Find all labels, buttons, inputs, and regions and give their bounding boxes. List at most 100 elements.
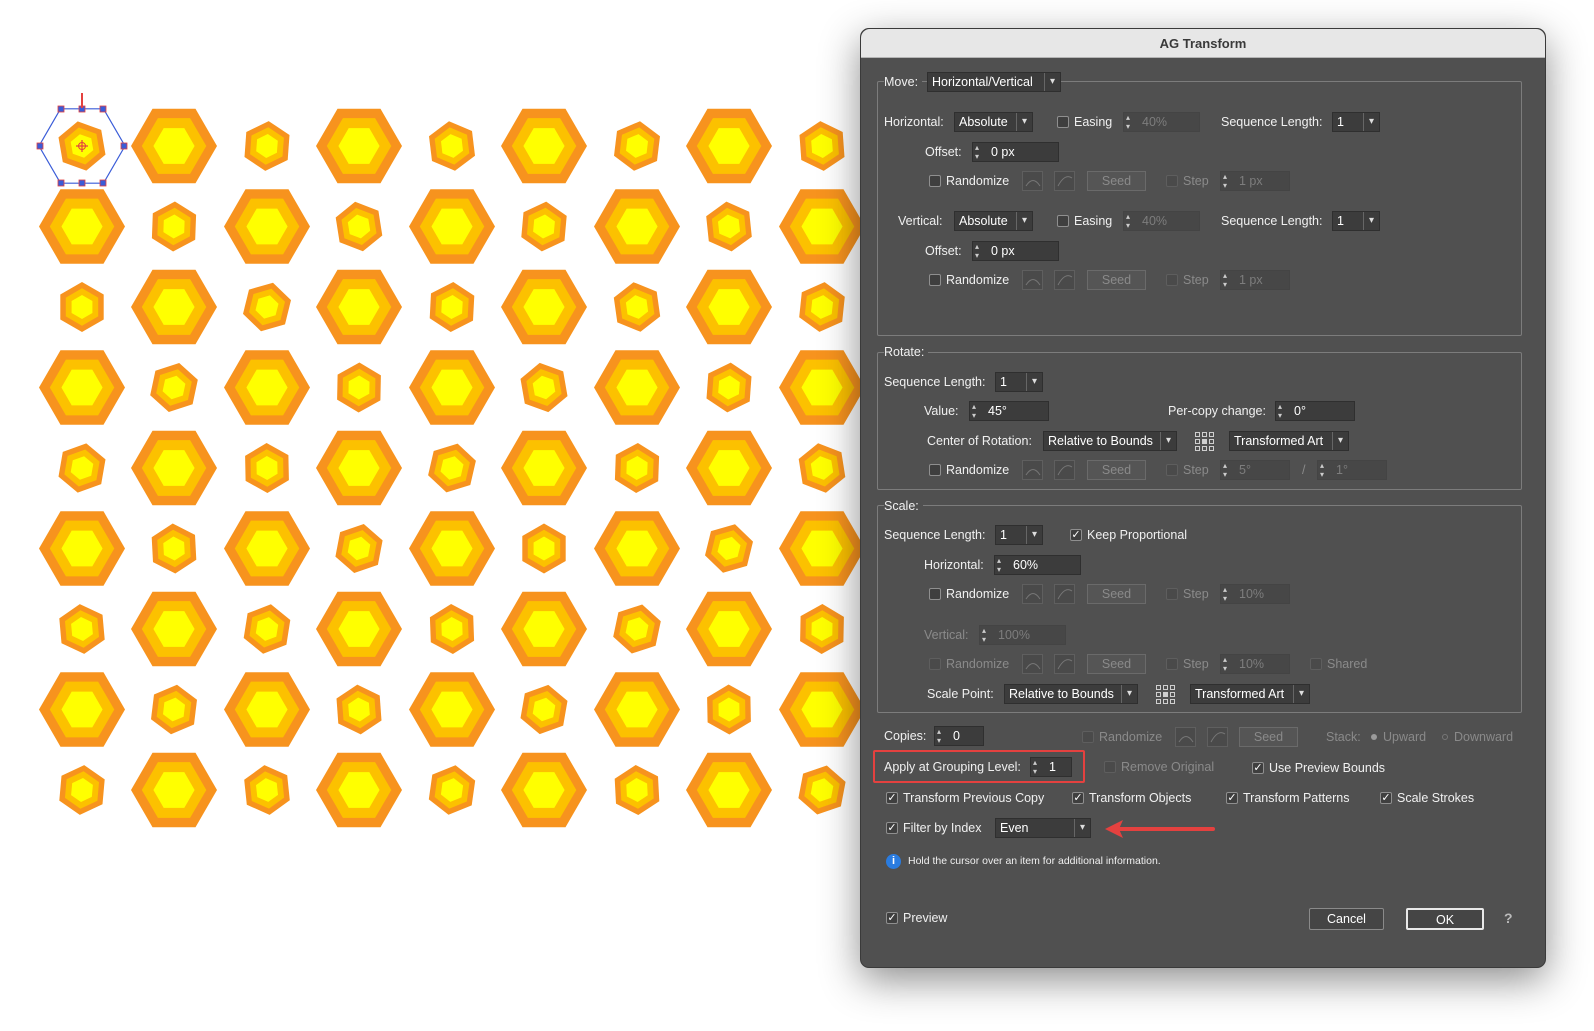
move-horizontal-step-stepper[interactable]: 1 px: [1220, 171, 1290, 191]
hexagon-small[interactable]: [335, 524, 383, 573]
move-vertical-easing-stepper[interactable]: 40%: [1123, 211, 1200, 231]
scale-art-dropdown[interactable]: Transformed Art: [1190, 684, 1310, 704]
scale-shared-checkbox[interactable]: Shared: [1310, 655, 1367, 673]
hexagon-large[interactable]: [39, 672, 125, 747]
ok-button[interactable]: OK: [1406, 908, 1484, 930]
hexagon-large[interactable]: [224, 350, 310, 425]
hexagon-small[interactable]: [613, 604, 661, 654]
hexagon-small[interactable]: [429, 121, 475, 171]
copies-stepper[interactable]: 0: [934, 726, 984, 746]
move-vertical-step-stepper[interactable]: 1 px: [1220, 270, 1290, 290]
hexagon-large[interactable]: [501, 752, 587, 828]
stack-downward-radio[interactable]: Downward: [1442, 728, 1513, 746]
move-horizontal-seed-button[interactable]: Seed: [1087, 171, 1146, 191]
hexagon-small[interactable]: [60, 282, 104, 332]
rotate-step-checkbox[interactable]: Step: [1166, 461, 1209, 479]
move-horizontal-step-checkbox[interactable]: Step: [1166, 172, 1209, 190]
move-vertical-easing-checkbox[interactable]: Easing: [1057, 212, 1112, 230]
reference-point-grid-icon[interactable]: [1156, 685, 1175, 704]
hexagon-small[interactable]: [614, 121, 660, 171]
hexagon-small[interactable]: [244, 121, 290, 171]
hexagon-small[interactable]: [245, 443, 289, 493]
hexagon-small[interactable]: [800, 604, 844, 654]
hexagon-large[interactable]: [686, 269, 772, 345]
hexagon-small[interactable]: [705, 524, 753, 573]
ease-out-curve-icon[interactable]: [1207, 727, 1228, 747]
hexagon-large[interactable]: [224, 672, 310, 747]
hexagon-large[interactable]: [131, 591, 217, 667]
move-vertical-seq-dropdown[interactable]: 1: [1332, 211, 1380, 231]
move-vertical-offset-stepper[interactable]: 0 px: [972, 241, 1059, 261]
hexagon-small[interactable]: [244, 765, 290, 815]
scale-step-checkbox[interactable]: Step: [1166, 585, 1209, 603]
hexagon-large[interactable]: [316, 430, 402, 506]
ease-in-curve-icon[interactable]: [1022, 460, 1043, 480]
hexagon-large[interactable]: [779, 189, 862, 264]
hexagon-large[interactable]: [131, 430, 217, 506]
hexagon-large[interactable]: [131, 269, 217, 345]
ease-in-curve-icon[interactable]: [1022, 654, 1043, 674]
hexagon-small[interactable]: [429, 282, 475, 332]
hexagon-small[interactable]: [614, 765, 660, 815]
hexagon-large[interactable]: [224, 511, 310, 586]
ease-out-curve-icon[interactable]: [1054, 171, 1075, 191]
scale-vertical-step-checkbox[interactable]: Step: [1166, 655, 1209, 673]
ease-out-curve-icon[interactable]: [1054, 654, 1075, 674]
hexagon-small[interactable]: [706, 362, 752, 413]
scale-vertical-step-stepper[interactable]: 10%: [1220, 654, 1290, 674]
hexagon-large[interactable]: [594, 189, 680, 264]
hexagon-large[interactable]: [409, 189, 495, 264]
hexagon-small[interactable]: [798, 443, 846, 493]
hexagon-large[interactable]: [594, 511, 680, 586]
hexagon-large[interactable]: [501, 430, 587, 506]
hexagon-large[interactable]: [594, 350, 680, 425]
hexagon-small[interactable]: [428, 765, 476, 815]
artboard-canvas[interactable]: [0, 0, 862, 1031]
ease-in-curve-icon[interactable]: [1022, 171, 1043, 191]
rotate-step-stepper[interactable]: 5°: [1220, 460, 1290, 480]
hexagon-large[interactable]: [316, 752, 402, 828]
stack-upward-radio[interactable]: Upward: [1371, 728, 1426, 746]
move-vertical-randomize-checkbox[interactable]: Randomize: [929, 271, 1009, 289]
hexagon-small[interactable]: [428, 443, 476, 493]
preview-checkbox[interactable]: ✓ Preview: [886, 909, 947, 927]
move-horizontal-type-dropdown[interactable]: Absolute: [954, 112, 1033, 132]
hexagon-small[interactable]: [58, 443, 106, 493]
hexagon-small[interactable]: [335, 201, 383, 252]
reference-point-grid-icon[interactable]: [1195, 432, 1214, 451]
hexagon-small[interactable]: [337, 362, 381, 413]
hexagon-small[interactable]: [521, 201, 567, 252]
rotate-per-copy-stepper[interactable]: 0°: [1275, 401, 1355, 421]
move-vertical-seed-button[interactable]: Seed: [1087, 270, 1146, 290]
scale-point-dropdown[interactable]: Relative to Bounds: [1004, 684, 1138, 704]
hexagon-large[interactable]: [779, 511, 862, 586]
rotate-seq-dropdown[interactable]: 1: [995, 372, 1043, 392]
hexagon-small[interactable]: [150, 363, 198, 412]
move-horizontal-randomize-checkbox[interactable]: Randomize: [929, 172, 1009, 190]
move-horizontal-seq-dropdown[interactable]: 1: [1332, 112, 1380, 132]
hexagon-small[interactable]: [520, 684, 568, 735]
move-vertical-step-checkbox[interactable]: Step: [1166, 271, 1209, 289]
transform-previous-copy-checkbox[interactable]: ✓ Transform Previous Copy: [886, 789, 1044, 807]
move-horizontal-easing-checkbox[interactable]: Easing: [1057, 113, 1112, 131]
hexagon-large[interactable]: [316, 591, 402, 667]
hexagon-large[interactable]: [501, 269, 587, 345]
scale-vertical-seed-button[interactable]: Seed: [1087, 654, 1146, 674]
hexagon-small[interactable]: [614, 443, 660, 493]
move-horizontal-offset-stepper[interactable]: 0 px: [972, 142, 1059, 162]
rotate-seed-button[interactable]: Seed: [1087, 460, 1146, 480]
move-horizontal-easing-stepper[interactable]: 40%: [1123, 112, 1200, 132]
hexagon-large[interactable]: [39, 511, 125, 586]
filter-index-dropdown[interactable]: Even: [995, 818, 1091, 838]
transform-patterns-checkbox[interactable]: ✓ Transform Patterns: [1226, 789, 1350, 807]
hexagon-large[interactable]: [501, 108, 587, 184]
scale-vertical-randomize-checkbox[interactable]: Randomize: [929, 655, 1009, 673]
hexagon-large[interactable]: [224, 189, 310, 264]
cancel-button[interactable]: Cancel: [1309, 908, 1384, 930]
ease-in-curve-icon[interactable]: [1022, 270, 1043, 290]
ease-in-curve-icon[interactable]: [1175, 727, 1196, 747]
rotate-value-stepper[interactable]: 45°: [969, 401, 1049, 421]
grouping-stepper[interactable]: 1: [1030, 757, 1072, 777]
hexagon-small[interactable]: [243, 282, 291, 332]
rotate-art-dropdown[interactable]: Transformed Art: [1229, 431, 1349, 451]
